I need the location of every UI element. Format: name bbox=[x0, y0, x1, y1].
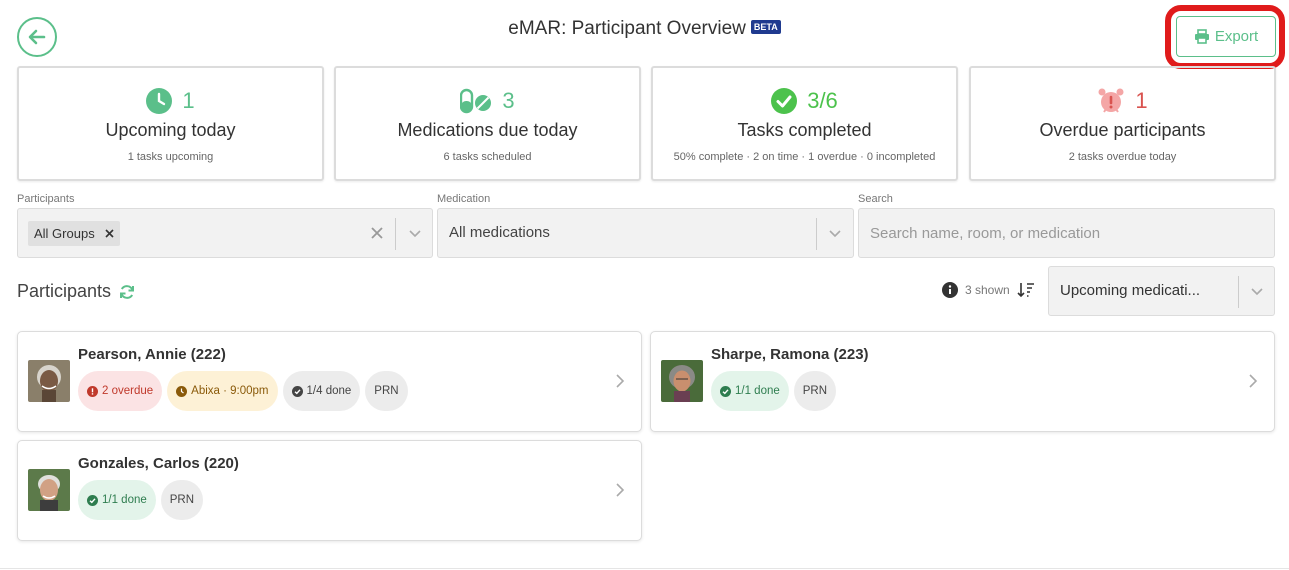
search-input[interactable] bbox=[858, 208, 1275, 258]
stat-value: 1 bbox=[1135, 88, 1148, 113]
search-label: Search bbox=[858, 193, 893, 205]
stat-card-medications: 3 Medications due today 6 tasks schedule… bbox=[334, 66, 641, 181]
group-chip-label: All Groups bbox=[34, 226, 95, 241]
chevron-right-icon bbox=[1249, 374, 1258, 388]
check-circle-icon bbox=[771, 88, 798, 114]
participants-section-title: Participants bbox=[17, 281, 135, 302]
stat-subtext: 1 tasks upcoming bbox=[127, 151, 214, 163]
medication-filter-label: Medication bbox=[437, 193, 491, 205]
participant-card-gonzales[interactable]: Gonzales, Carlos (220) 1/1 done PRN bbox=[17, 440, 642, 541]
section-title-text: Participants bbox=[17, 281, 112, 301]
select-separator bbox=[395, 218, 396, 250]
participant-name: Pearson, Annie (222) bbox=[78, 346, 226, 363]
prn-badge-text: PRN bbox=[802, 385, 828, 397]
participant-card-sharpe[interactable]: Sharpe, Ramona (223) 1/1 done PRN bbox=[650, 331, 1275, 432]
badge-row: 1/1 done PRN bbox=[78, 480, 204, 520]
stat-subtext: 2 tasks overdue today bbox=[1068, 151, 1177, 163]
participant-name: Sharpe, Ramona (223) bbox=[711, 346, 869, 363]
medication-filter-select[interactable]: All medications bbox=[437, 208, 854, 258]
info-icon[interactable] bbox=[942, 282, 958, 298]
stat-value: 3/6 bbox=[807, 88, 838, 113]
prn-badge-text: PRN bbox=[169, 494, 195, 506]
check-circle-icon bbox=[720, 385, 731, 397]
prn-badge: PRN bbox=[160, 480, 204, 520]
prn-badge-text: PRN bbox=[374, 385, 399, 397]
done-badge-text: 1/4 done bbox=[306, 385, 352, 397]
stat-label: Upcoming today bbox=[105, 120, 236, 140]
stat-value: 1 bbox=[182, 88, 195, 113]
page-title: eMAR: Participant Overview BETA bbox=[0, 18, 1289, 40]
alarm-clock-icon bbox=[1098, 88, 1124, 113]
check-circle-icon bbox=[87, 494, 98, 506]
chevron-right-icon bbox=[616, 483, 625, 497]
group-chip: All Groups bbox=[28, 221, 120, 246]
export-label: Export bbox=[1214, 28, 1259, 45]
medication-select-value: All medications bbox=[449, 224, 550, 241]
stat-label: Overdue participants bbox=[1039, 120, 1206, 140]
beta-badge: BETA bbox=[750, 19, 781, 34]
participants-filter-label: Participants bbox=[17, 193, 75, 205]
done-badge: 1/1 done bbox=[78, 480, 156, 520]
chevron-down-icon[interactable] bbox=[828, 226, 842, 240]
avatar bbox=[28, 360, 70, 402]
sort-icon[interactable] bbox=[1017, 282, 1035, 298]
shown-info: 3 shown bbox=[942, 282, 1035, 298]
stat-card-overdue: 1 Overdue participants 2 tasks overdue t… bbox=[969, 66, 1276, 181]
chevron-right-icon bbox=[616, 374, 625, 388]
chip-remove-icon[interactable] bbox=[105, 229, 114, 238]
export-button[interactable]: Export bbox=[1176, 16, 1276, 57]
upcoming-badge: Abixa · 9:00pm bbox=[167, 371, 278, 411]
chevron-down-icon[interactable] bbox=[408, 226, 422, 240]
bottom-divider bbox=[0, 568, 1289, 569]
stat-label: Tasks completed bbox=[737, 120, 872, 140]
printer-icon bbox=[1194, 29, 1209, 44]
participants-filter-select[interactable]: All Groups bbox=[17, 208, 433, 258]
pills-icon bbox=[460, 88, 492, 114]
participant-card-pearson[interactable]: Pearson, Annie (222) 2 overdue Abixa · 9… bbox=[17, 331, 642, 432]
done-badge-text: 1/1 done bbox=[735, 385, 780, 397]
done-badge: 1/1 done bbox=[711, 371, 789, 411]
participant-name: Gonzales, Carlos (220) bbox=[78, 455, 239, 472]
upcoming-badge-text: Abixa · 9:00pm bbox=[191, 385, 269, 397]
badge-row: 1/1 done PRN bbox=[711, 371, 837, 411]
select-separator bbox=[816, 218, 817, 250]
stat-card-upcoming: 1 Upcoming today 1 tasks upcoming bbox=[17, 66, 324, 181]
stat-label: Medications due today bbox=[397, 120, 578, 140]
stat-subtext: 50% complete · 2 on time · 1 overdue · 0… bbox=[673, 151, 936, 163]
alert-icon bbox=[87, 385, 98, 397]
stat-value: 3 bbox=[502, 88, 515, 113]
done-badge-text: 1/1 done bbox=[102, 494, 147, 506]
clock-icon bbox=[146, 88, 173, 114]
sort-select-value: Upcoming medicati... bbox=[1060, 282, 1201, 299]
stat-card-tasks: 3/6 Tasks completed 50% complete · 2 on … bbox=[651, 66, 958, 181]
overdue-badge: 2 overdue bbox=[78, 371, 163, 411]
select-separator bbox=[1238, 276, 1239, 308]
page-title-text: eMAR: Participant Overview bbox=[508, 18, 746, 39]
chevron-down-icon[interactable] bbox=[1250, 284, 1264, 298]
prn-badge: PRN bbox=[365, 371, 408, 411]
clear-icon[interactable] bbox=[371, 227, 383, 239]
refresh-icon[interactable] bbox=[119, 284, 135, 300]
avatar bbox=[661, 360, 703, 402]
sort-select[interactable]: Upcoming medicati... bbox=[1048, 266, 1275, 316]
stat-subtext: 6 tasks scheduled bbox=[443, 151, 532, 163]
badge-row: 2 overdue Abixa · 9:00pm 1/4 done PRN bbox=[78, 371, 408, 411]
clock-icon bbox=[176, 385, 188, 397]
done-badge: 1/4 done bbox=[282, 371, 361, 411]
overdue-badge-text: 2 overdue bbox=[102, 385, 154, 397]
shown-count: 3 shown bbox=[965, 283, 1010, 297]
check-circle-icon bbox=[291, 385, 303, 397]
avatar bbox=[28, 469, 70, 511]
prn-badge: PRN bbox=[793, 371, 837, 411]
